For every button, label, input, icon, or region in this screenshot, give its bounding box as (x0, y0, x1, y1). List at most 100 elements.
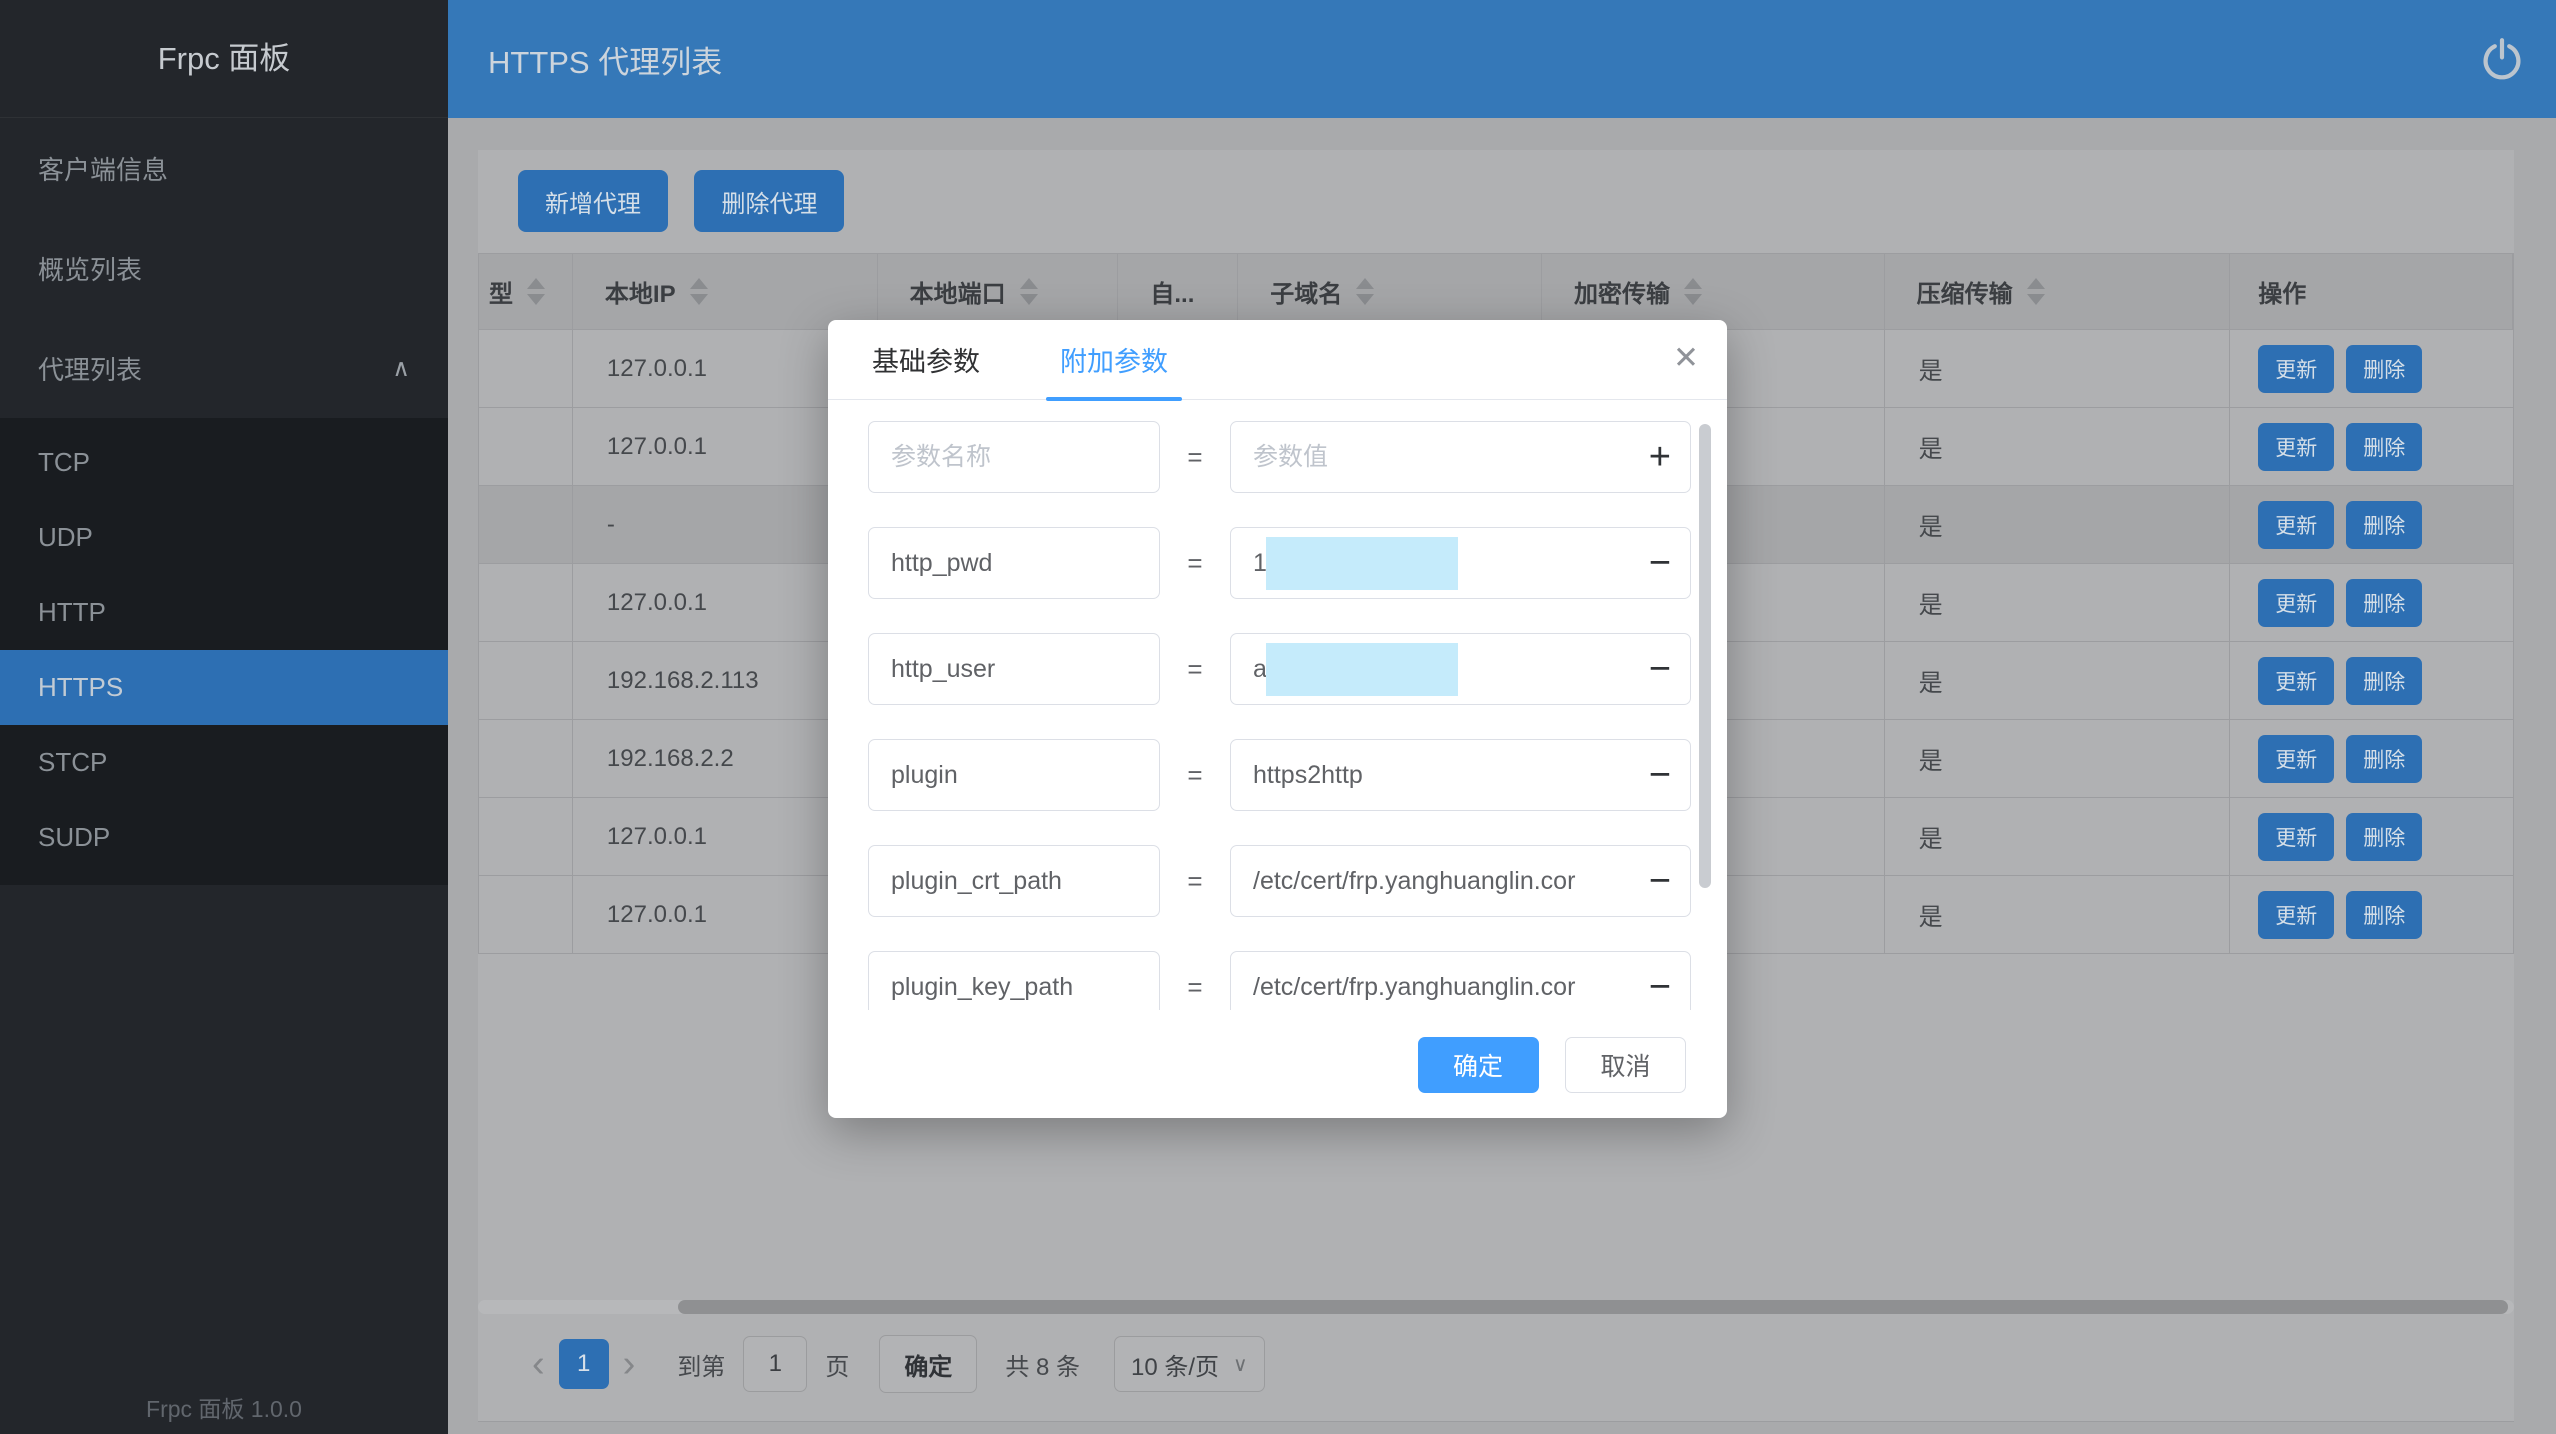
param-row-action-icon[interactable]: + (1649, 438, 1671, 476)
dialog-tabs: 基础参数 附加参数 ✕ (828, 320, 1727, 400)
cell-type (479, 486, 573, 563)
param-name-input[interactable] (868, 527, 1160, 599)
cell-type (479, 408, 573, 485)
table-header-row: 型 本地IP 本地端口 (479, 254, 2513, 330)
param-value-input[interactable] (1230, 739, 1691, 811)
goto-confirm-button[interactable]: 确定 (879, 1335, 977, 1393)
param-row-action-icon[interactable]: − (1649, 862, 1671, 900)
column-header-label: 本地端口 (910, 274, 1006, 309)
horizontal-scrollbar[interactable] (478, 1300, 2514, 1314)
sort-icon[interactable] (1020, 278, 1038, 305)
sidebar-item[interactable]: 代理列表 ∧ (0, 318, 448, 418)
pagination: ‹ 1 › 到第 页 确定 共 8 条 10 条/页 ∨ (518, 1332, 1265, 1396)
sidebar-subitem-label: TCP (38, 447, 90, 478)
column-header-label: 操作 (2258, 274, 2306, 309)
param-row-action-icon[interactable]: − (1649, 650, 1671, 688)
add-proxy-button[interactable]: 新增代理 (518, 170, 668, 232)
tab-basic-params[interactable]: 基础参数 (868, 320, 984, 399)
app-version: Frpc 面板 1.0.0 (0, 1390, 448, 1424)
update-button[interactable]: 更新 (2258, 735, 2334, 783)
update-button[interactable]: 更新 (2258, 813, 2334, 861)
sidebar-subitem[interactable]: HTTPS (0, 650, 448, 725)
column-header[interactable]: 子域名 (1238, 254, 1542, 329)
sort-icon[interactable] (690, 278, 708, 305)
param-row-action-icon[interactable]: − (1649, 544, 1671, 582)
param-name-input[interactable] (868, 421, 1160, 493)
total-count-label: 共 8 条 (1005, 1347, 1080, 1382)
delete-proxy-button[interactable]: 删除代理 (694, 170, 844, 232)
column-header[interactable]: 加密传输 (1542, 254, 1885, 329)
horizontal-scrollbar-thumb[interactable] (678, 1300, 2508, 1314)
delete-button[interactable]: 删除 (2346, 579, 2422, 627)
update-button[interactable]: 更新 (2258, 345, 2334, 393)
sort-icon[interactable] (2027, 278, 2045, 305)
tab-extra-params[interactable]: 附加参数 (1056, 320, 1172, 399)
delete-button[interactable]: 删除 (2346, 423, 2422, 471)
param-row-action-icon[interactable]: − (1649, 756, 1671, 794)
cell-type (479, 876, 573, 953)
delete-button[interactable]: 删除 (2346, 345, 2422, 393)
param-value-input[interactable] (1230, 421, 1691, 493)
param-row: = − (868, 633, 1727, 705)
param-value-wrap: − (1230, 527, 1691, 599)
delete-button[interactable]: 删除 (2346, 813, 2422, 861)
page-size-select[interactable]: 10 条/页 ∨ (1114, 1336, 1265, 1392)
cell-actions: 更新 删除 (2230, 330, 2513, 407)
sidebar-subitem[interactable]: UDP (0, 500, 448, 575)
page-number-button[interactable]: 1 (559, 1339, 609, 1389)
sidebar-item[interactable]: 概览列表 (0, 218, 448, 318)
column-header[interactable]: 自... (1118, 254, 1238, 329)
prev-page-icon[interactable]: ‹ (518, 1345, 559, 1383)
cell-compress: 是 (1885, 876, 2231, 953)
update-button[interactable]: 更新 (2258, 891, 2334, 939)
close-icon[interactable]: ✕ (1673, 342, 1699, 373)
power-icon[interactable] (2476, 33, 2528, 85)
delete-button[interactable]: 删除 (2346, 501, 2422, 549)
sort-icon[interactable] (1684, 278, 1702, 305)
cell-actions: 更新 删除 (2230, 720, 2513, 797)
redaction-highlight (1266, 643, 1458, 696)
update-button[interactable]: 更新 (2258, 579, 2334, 627)
column-header[interactable]: 本地IP (573, 254, 878, 329)
param-name-input[interactable] (868, 633, 1160, 705)
param-row-action-icon[interactable]: − (1649, 968, 1671, 1006)
delete-button[interactable]: 删除 (2346, 657, 2422, 705)
sidebar-subitem[interactable]: HTTP (0, 575, 448, 650)
sidebar-subitem[interactable]: STCP (0, 725, 448, 800)
app-title: Frpc 面板 (0, 0, 448, 118)
chevron-up-icon: ∧ (392, 354, 410, 383)
equals-sign: = (1160, 866, 1230, 897)
param-value-input[interactable] (1230, 951, 1691, 1010)
cell-compress: 是 (1885, 330, 2231, 407)
tab-extra-params-label: 附加参数 (1060, 340, 1168, 379)
next-page-icon[interactable]: › (609, 1345, 650, 1383)
column-header[interactable]: 操作 (2230, 254, 2513, 329)
param-row: = − (868, 951, 1727, 1010)
delete-button[interactable]: 删除 (2346, 891, 2422, 939)
param-name-input[interactable] (868, 739, 1160, 811)
param-name-input[interactable] (868, 845, 1160, 917)
sort-icon[interactable] (527, 278, 545, 305)
param-value-wrap: − (1230, 845, 1691, 917)
column-header[interactable]: 压缩传输 (1885, 254, 2231, 329)
param-name-input[interactable] (868, 951, 1160, 1010)
cell-compress: 是 (1885, 564, 2231, 641)
sidebar-subitem[interactable]: TCP (0, 425, 448, 500)
cancel-button[interactable]: 取消 (1565, 1037, 1686, 1093)
sidebar-item[interactable]: 客户端信息 (0, 118, 448, 218)
sidebar-subitem[interactable]: SUDP (0, 800, 448, 875)
confirm-button[interactable]: 确定 (1418, 1037, 1539, 1093)
update-button[interactable]: 更新 (2258, 423, 2334, 471)
dialog-scrollbar-thumb[interactable] (1699, 424, 1711, 888)
param-value-input[interactable] (1230, 845, 1691, 917)
page-size-label: 10 条/页 (1131, 1347, 1219, 1382)
cell-type (479, 642, 573, 719)
column-header[interactable]: 本地端口 (878, 254, 1119, 329)
update-button[interactable]: 更新 (2258, 501, 2334, 549)
sort-icon[interactable] (1356, 278, 1374, 305)
goto-page-input[interactable] (743, 1336, 807, 1392)
param-row: = − (868, 527, 1727, 599)
delete-button[interactable]: 删除 (2346, 735, 2422, 783)
update-button[interactable]: 更新 (2258, 657, 2334, 705)
column-header[interactable]: 型 (479, 254, 573, 329)
